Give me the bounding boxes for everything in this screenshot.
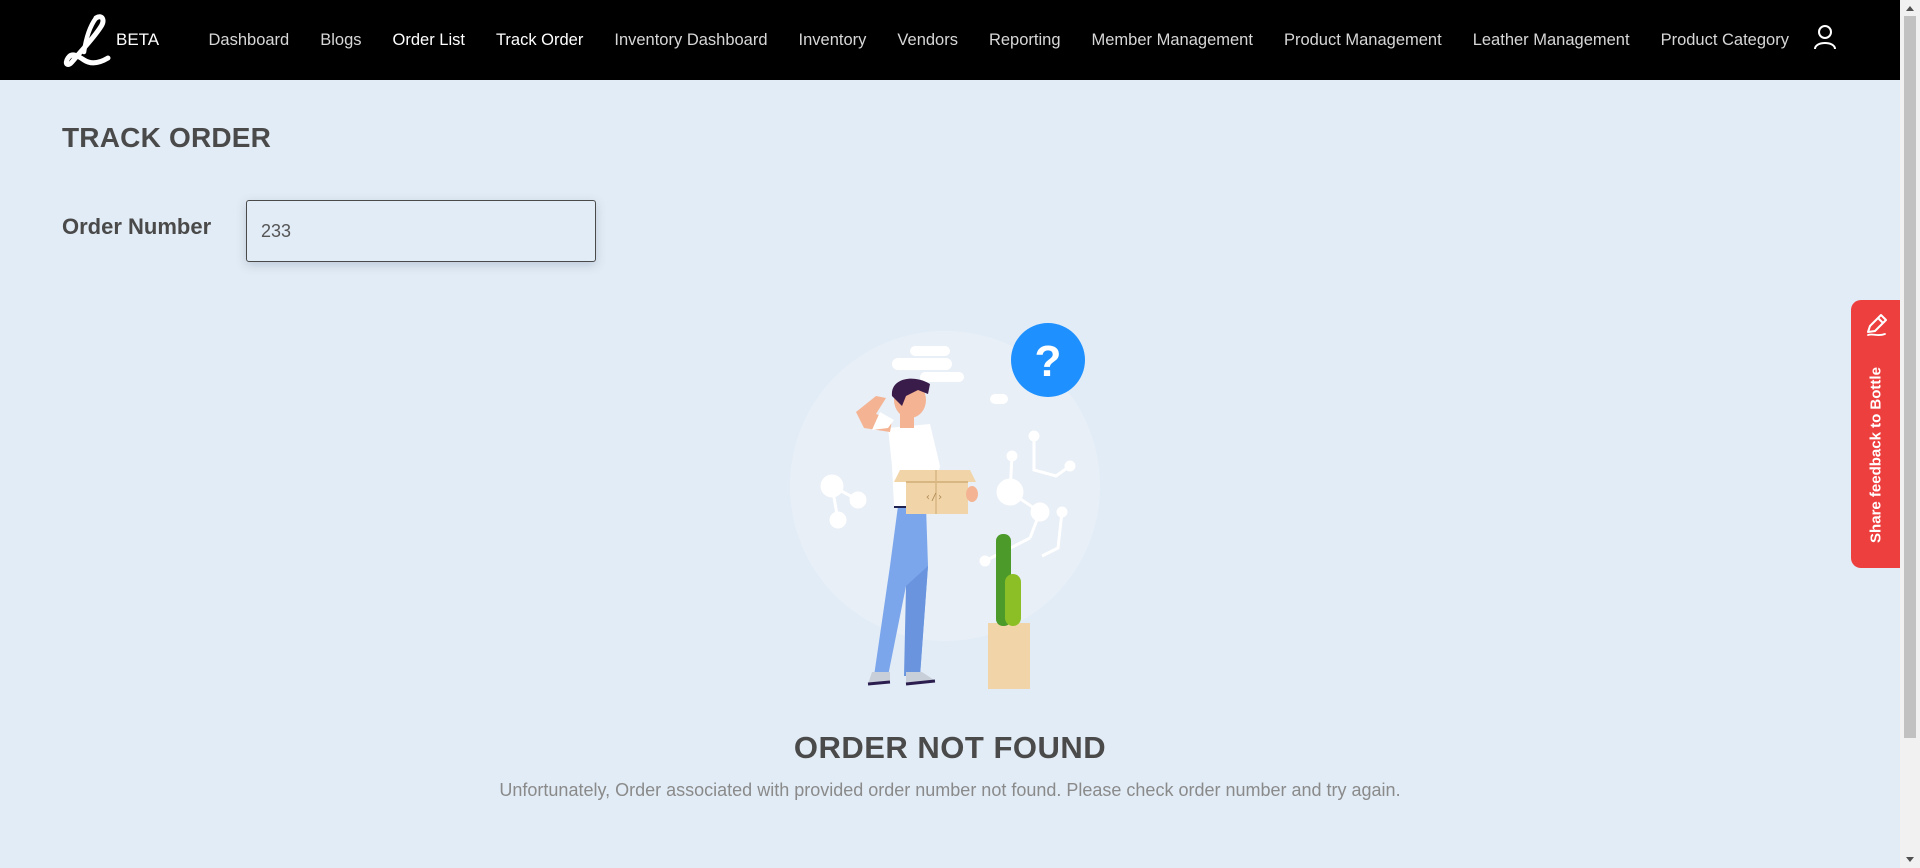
scroll-down-arrow-icon[interactable] [1900,852,1920,868]
top-navbar: BETA Dashboard Blogs Order List Track Or… [0,0,1900,80]
nav-dashboard[interactable]: Dashboard [193,31,305,50]
pencil-icon [1867,314,1887,337]
nav-inventory-dashboard[interactable]: Inventory Dashboard [599,31,783,50]
nav-product-category[interactable]: Product Category [1645,31,1804,50]
nav-links: Dashboard Blogs Order List Track Order I… [193,0,1804,80]
vertical-scrollbar[interactable] [1900,0,1920,868]
logo-icon [63,14,111,67]
brand-logo-link[interactable]: BETA [62,12,159,68]
nav-blogs[interactable]: Blogs [305,31,377,50]
order-number-label: Order Number [62,214,212,239]
nav-inventory[interactable]: Inventory [783,31,882,50]
page-title: TRACK ORDER [62,122,272,153]
nav-reporting[interactable]: Reporting [973,31,1076,50]
nav-track-order[interactable]: Track Order [480,31,598,50]
share-feedback-button[interactable]: Share feedback to Bottle [1851,300,1900,568]
nav-vendors[interactable]: Vendors [882,31,974,50]
scroll-up-arrow-icon[interactable] [1900,0,1920,16]
beta-badge: BETA [116,30,160,49]
scrollbar-thumb[interactable] [1904,16,1916,738]
confused-person-illustration: ? ‹/› [790,323,1100,689]
user-icon[interactable] [1812,24,1838,50]
nav-member-management[interactable]: Member Management [1076,31,1268,50]
order-not-found-title: ORDER NOT FOUND [793,730,1107,765]
share-feedback-label: Share feedback to Bottle [1867,367,1884,543]
svg-text:‹/›: ‹/› [925,492,943,503]
svg-text:?: ? [1035,337,1062,386]
order-number-input[interactable] [246,200,596,262]
nav-leather-management[interactable]: Leather Management [1457,31,1645,50]
nav-order-list[interactable]: Order List [377,31,480,50]
order-not-found-message: Unfortunately, Order associated with pro… [499,780,1401,800]
nav-product-management[interactable]: Product Management [1268,31,1457,50]
